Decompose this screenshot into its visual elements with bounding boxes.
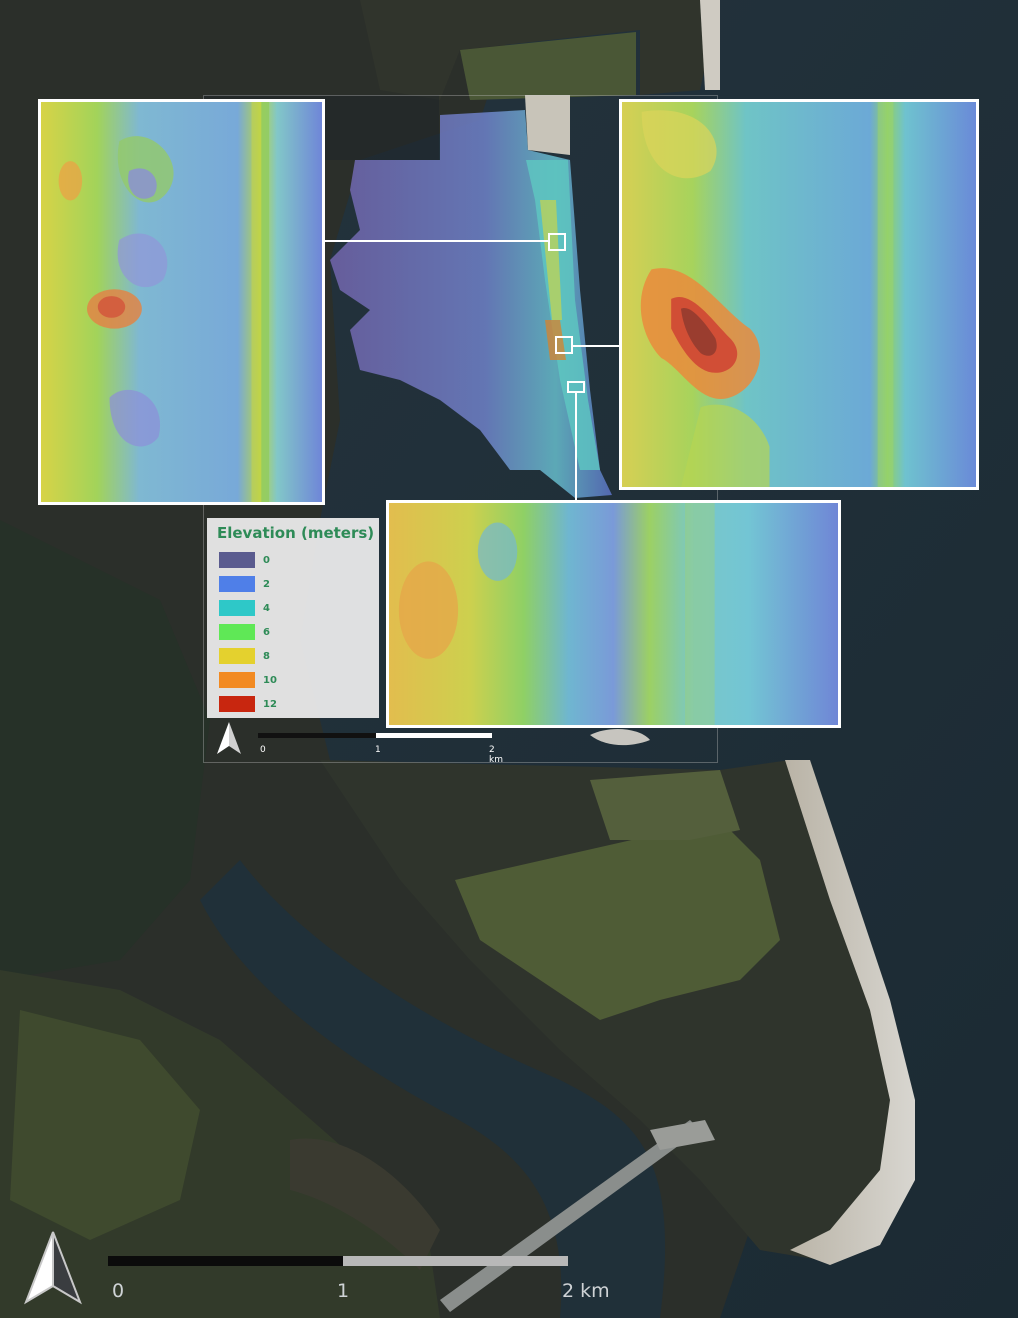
legend-item: 8 <box>217 644 369 668</box>
legend-rows: 0 2 4 6 8 10 12 <box>217 548 369 716</box>
legend-item: 12 <box>217 692 369 716</box>
inset-marker-left[interactable] <box>548 233 566 251</box>
legend-label: 8 <box>263 650 270 662</box>
elevation-inset-left[interactable] <box>38 99 325 505</box>
legend-item: 4 <box>217 596 369 620</box>
main-scale-tick-2: 2 km <box>562 1280 610 1302</box>
inset-marker-right[interactable] <box>555 336 573 354</box>
connector-bottom <box>575 392 577 500</box>
legend-label: 4 <box>263 602 270 614</box>
inner-scale-bar: 0 1 2 km <box>258 731 503 765</box>
inner-scale-tick-0: 0 <box>260 745 266 755</box>
legend-swatch <box>219 696 255 712</box>
legend-swatch <box>219 552 255 568</box>
legend-swatch <box>219 600 255 616</box>
legend-item: 10 <box>217 668 369 692</box>
legend-swatch <box>219 672 255 688</box>
legend-label: 12 <box>263 698 277 710</box>
legend-item: 0 <box>217 548 369 572</box>
legend-swatch <box>219 648 255 664</box>
legend-title: Elevation (meters) <box>217 524 375 542</box>
elevation-inset-bottom[interactable] <box>386 500 841 728</box>
elevation-inset-right[interactable] <box>619 99 979 490</box>
main-scale-bar: 0 1 2 km <box>98 1252 618 1312</box>
legend-label: 2 <box>263 578 270 590</box>
legend-label: 0 <box>263 554 270 566</box>
inner-scale-tick-2: 2 km <box>489 745 503 765</box>
north-arrow-icon <box>24 1231 82 1305</box>
inner-scale-tick-1: 1 <box>375 745 381 755</box>
legend-swatch <box>219 624 255 640</box>
legend-item: 2 <box>217 572 369 596</box>
north-arrow-icon <box>217 722 241 754</box>
legend-item: 6 <box>217 620 369 644</box>
main-scale-tick-1: 1 <box>337 1280 350 1302</box>
legend-label: 6 <box>263 626 270 638</box>
elevation-legend: Elevation (meters) 0 2 4 6 8 10 12 <box>207 518 379 718</box>
connector-left <box>325 240 549 242</box>
legend-swatch <box>219 576 255 592</box>
map-canvas[interactable]: Elevation (meters) 0 2 4 6 8 10 12 0 1 2 km 0 … <box>0 0 1018 1318</box>
main-scale-tick-0: 0 <box>112 1280 125 1302</box>
connector-right <box>573 345 620 347</box>
legend-label: 10 <box>263 674 277 686</box>
